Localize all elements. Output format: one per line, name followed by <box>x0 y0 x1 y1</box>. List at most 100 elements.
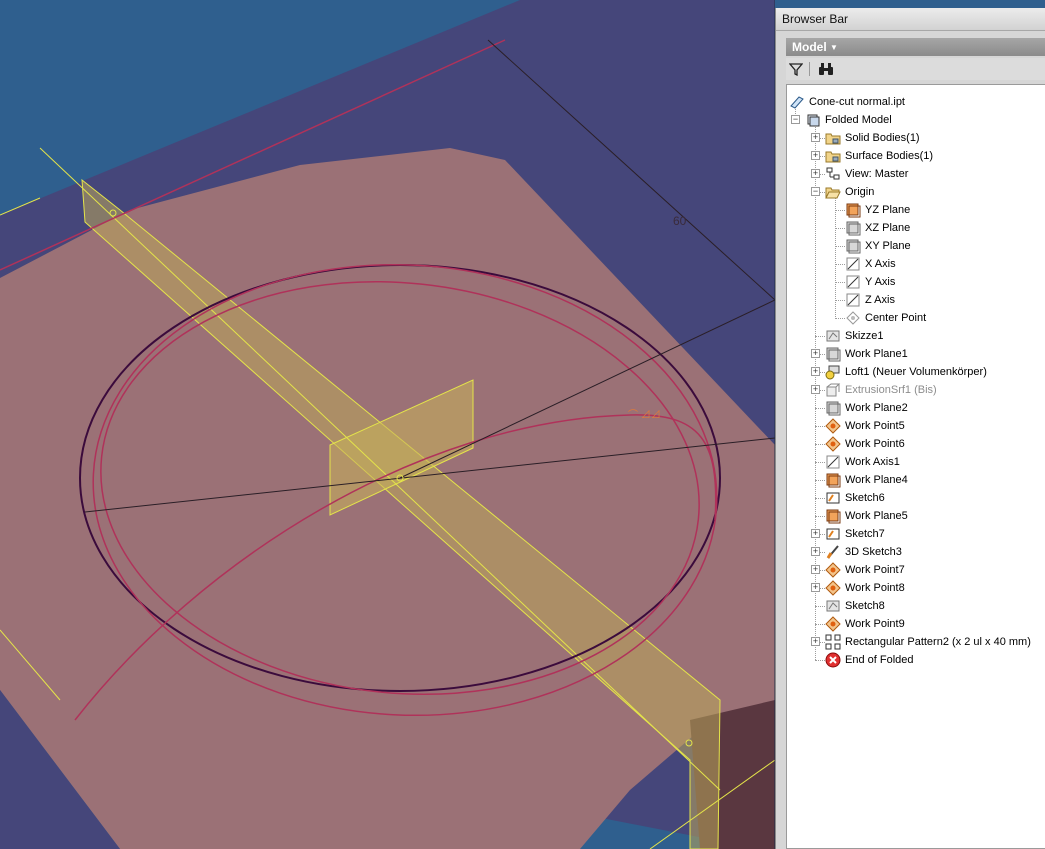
tree-item-label: Sketch7 <box>845 528 885 540</box>
tree-item-yz-plane[interactable]: YZ Plane <box>787 201 1045 219</box>
expand-icon[interactable]: + <box>811 565 820 574</box>
tree-item-label: Center Point <box>865 312 927 324</box>
tree-item-work-plane1[interactable]: + Work Plane1 <box>787 345 1045 363</box>
expand-icon[interactable]: + <box>811 547 820 556</box>
tree-item-folded-model[interactable]: − Folded Model <box>787 111 1045 129</box>
expand-icon[interactable]: + <box>811 349 820 358</box>
tree-connector <box>815 660 825 661</box>
tree-item-surface-bodies-1[interactable]: + Surface Bodies(1) <box>787 147 1045 165</box>
tree-item-label: Folded Model <box>825 114 892 126</box>
constraint-glyphs: ⌒ ⊿⊿ <box>628 409 661 421</box>
tree-item-label: 3D Sketch3 <box>845 546 902 558</box>
tree-item-center-point[interactable]: Center Point <box>787 309 1045 327</box>
plane-orange-icon <box>845 202 861 218</box>
tree-item-cone-cut-normal-ipt[interactable]: Cone-cut normal.ipt <box>787 93 1045 111</box>
expand-icon[interactable]: + <box>811 133 820 142</box>
tree-item-label: Skizze1 <box>845 330 884 342</box>
binoculars-icon[interactable] <box>818 61 834 77</box>
tree-item-sketch6[interactable]: Sketch6 <box>787 489 1045 507</box>
axis-icon <box>845 274 861 290</box>
tree-item-label: X Axis <box>865 258 896 270</box>
view-icon <box>825 166 841 182</box>
tree-item-label: Z Axis <box>865 294 895 306</box>
tree-item-label: Sketch8 <box>845 600 885 612</box>
tree-item-extrusionsrf1-bis[interactable]: + ExtrusionSrf1 (Bis) <box>787 381 1045 399</box>
tree-connector <box>835 282 845 283</box>
collapse-icon[interactable]: − <box>811 187 820 196</box>
expand-icon[interactable]: + <box>811 169 820 178</box>
tree-item-x-axis[interactable]: X Axis <box>787 255 1045 273</box>
plane-gray-icon <box>825 346 841 362</box>
sketch3d-icon <box>825 544 841 560</box>
tree-item-rectangular-pattern2-x-2-ul-x-40-mm[interactable]: + Rectangular Pattern2 (x 2 ul x 40 mm) <box>787 633 1045 651</box>
sketch-gray-icon <box>825 598 841 614</box>
tree-item-work-point6[interactable]: Work Point6 <box>787 435 1045 453</box>
expand-icon[interactable]: + <box>811 151 820 160</box>
expand-icon[interactable]: + <box>811 367 820 376</box>
extrusion-surface-icon <box>825 382 841 398</box>
tree-item-label: Work Axis1 <box>845 456 900 468</box>
tree-item-loft1-neuer-volumenk-rper[interactable]: + Loft1 (Neuer Volumenkörper) <box>787 363 1045 381</box>
tree-item-label: Loft1 (Neuer Volumenkörper) <box>845 366 987 378</box>
tree-item-label: Work Point7 <box>845 564 905 576</box>
tree-item-work-point5[interactable]: Work Point5 <box>787 417 1045 435</box>
tree-item-xy-plane[interactable]: XY Plane <box>787 237 1045 255</box>
tree-item-sketch7[interactable]: + Sketch7 <box>787 525 1045 543</box>
tree-item-work-axis1[interactable]: Work Axis1 <box>787 453 1045 471</box>
browser-toolbar <box>786 58 1045 80</box>
tree-item-label: Surface Bodies(1) <box>845 150 934 162</box>
tree-item-solid-bodies-1[interactable]: + Solid Bodies(1) <box>787 129 1045 147</box>
tree-item-work-plane5[interactable]: Work Plane5 <box>787 507 1045 525</box>
tree-item-z-axis[interactable]: Z Axis <box>787 291 1045 309</box>
tree-item-label: ExtrusionSrf1 (Bis) <box>845 384 937 396</box>
tree-connector <box>815 444 825 445</box>
loft-icon <box>825 364 841 380</box>
tree-item-work-point8[interactable]: + Work Point8 <box>787 579 1045 597</box>
collapse-icon[interactable]: − <box>791 115 800 124</box>
dimension-value[interactable]: 60 <box>673 214 687 228</box>
tree-item-sketch8[interactable]: Sketch8 <box>787 597 1045 615</box>
tree-item-label: XZ Plane <box>865 222 911 234</box>
tree-item-xz-plane[interactable]: XZ Plane <box>787 219 1045 237</box>
tree-connector <box>835 246 845 247</box>
chevron-down-icon: ▼ <box>830 42 838 52</box>
expand-icon[interactable]: + <box>811 529 820 538</box>
tree-connector <box>815 408 825 409</box>
tree-item-work-point7[interactable]: + Work Point7 <box>787 561 1045 579</box>
tree-connector <box>815 426 825 427</box>
model-view[interactable]: 60 ⌒ ⊿⊿ <box>0 0 775 849</box>
expand-icon[interactable]: + <box>811 637 820 646</box>
work-point-icon <box>825 580 841 596</box>
tree-item-label: Work Point5 <box>845 420 905 432</box>
tree-connector <box>835 264 845 265</box>
tree-item-end-of-folded[interactable]: End of Folded <box>787 651 1045 669</box>
tree-item-label: Y Axis <box>865 276 896 288</box>
point-gray-icon <box>845 310 861 326</box>
model-tree[interactable]: Cone-cut normal.ipt − Folded Model + Solid B… <box>786 84 1045 849</box>
plane-gray-icon <box>845 220 861 236</box>
tree-item-view-master[interactable]: + View: Master <box>787 165 1045 183</box>
tree-item-work-plane4[interactable]: Work Plane4 <box>787 471 1045 489</box>
plane-gray-icon <box>825 400 841 416</box>
model-dropdown-label: Model <box>792 40 827 54</box>
tree-item-3d-sketch3[interactable]: +3D Sketch3 <box>787 543 1045 561</box>
part-icon <box>789 94 805 110</box>
tree-item-label: Rectangular Pattern2 (x 2 ul x 40 mm) <box>845 636 1031 648</box>
tree-item-y-axis[interactable]: Y Axis <box>787 273 1045 291</box>
tree-item-work-point9[interactable]: Work Point9 <box>787 615 1045 633</box>
filter-icon[interactable] <box>788 61 804 77</box>
sketch-icon <box>825 490 841 506</box>
tree-item-label: Work Point8 <box>845 582 905 594</box>
tree-connector <box>815 498 825 499</box>
tree-item-work-plane2[interactable]: Work Plane2 <box>787 399 1045 417</box>
expand-icon[interactable]: + <box>811 583 820 592</box>
tree-item-label: Cone-cut normal.ipt <box>809 96 905 108</box>
graphics-viewport[interactable]: 60 ⌒ ⊿⊿ <box>0 0 775 849</box>
model-dropdown[interactable]: Model ▼ <box>786 38 1045 56</box>
tree-item-origin[interactable]: − Origin <box>787 183 1045 201</box>
tree-connector <box>815 606 825 607</box>
tree-connector <box>835 318 845 319</box>
tree-item-skizze1[interactable]: Skizze1 <box>787 327 1045 345</box>
browser-bar-title: Browser Bar <box>776 8 1045 31</box>
expand-icon[interactable]: + <box>811 385 820 394</box>
